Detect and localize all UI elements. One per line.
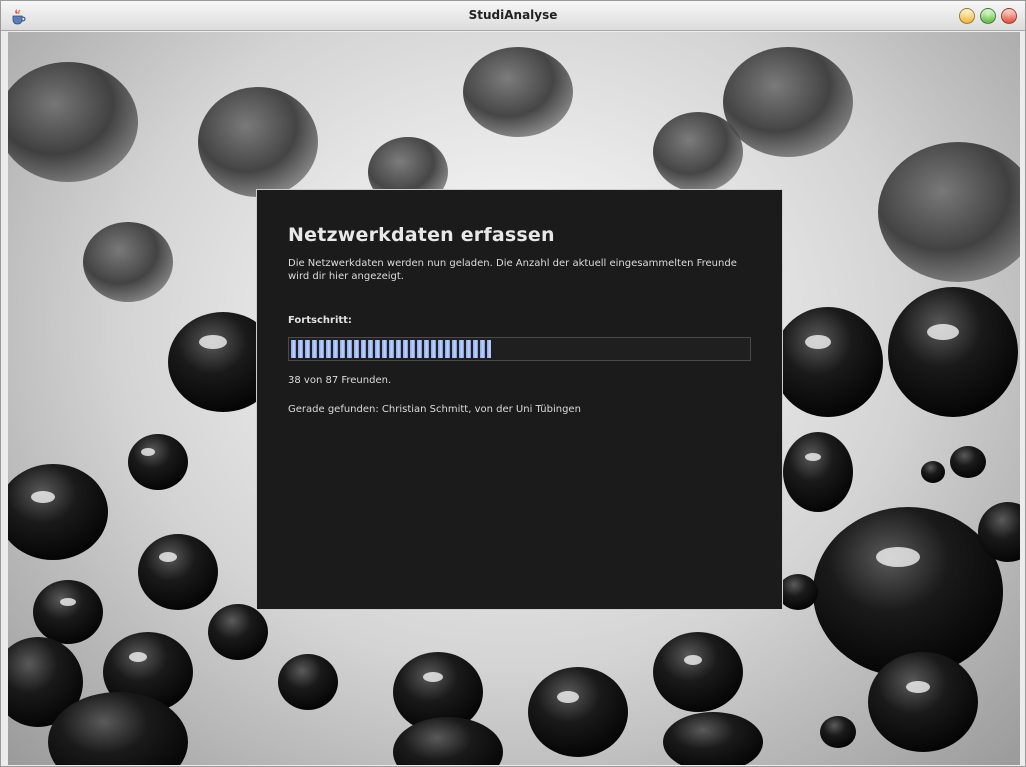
dialog-description: Die Netzwerkdaten werden nun geladen. Di… [288,258,737,282]
progress-fill [291,340,491,358]
progress-label: Fortschritt: [288,315,352,326]
maximize-icon[interactable] [980,8,996,24]
friends-count: 38 von 87 Freunden. [288,375,392,386]
minimize-icon[interactable] [959,8,975,24]
close-icon[interactable] [1001,8,1017,24]
background-image: Netzwerkdaten erfassen Die Netzwerkdaten… [8,32,1020,765]
progress-bar [288,337,751,361]
app-window: StudiAnalyse Netzwerkdaten erfassen Die … [0,0,1026,767]
window-controls [959,8,1017,24]
dialog-heading: Netzwerkdaten erfassen [288,224,555,246]
found-status: Gerade gefunden: Christian Schmitt, von … [288,404,581,415]
title-bar[interactable]: StudiAnalyse [1,1,1025,31]
progress-dialog: Netzwerkdaten erfassen Die Netzwerkdaten… [256,189,783,610]
window-title: StudiAnalyse [468,8,558,22]
